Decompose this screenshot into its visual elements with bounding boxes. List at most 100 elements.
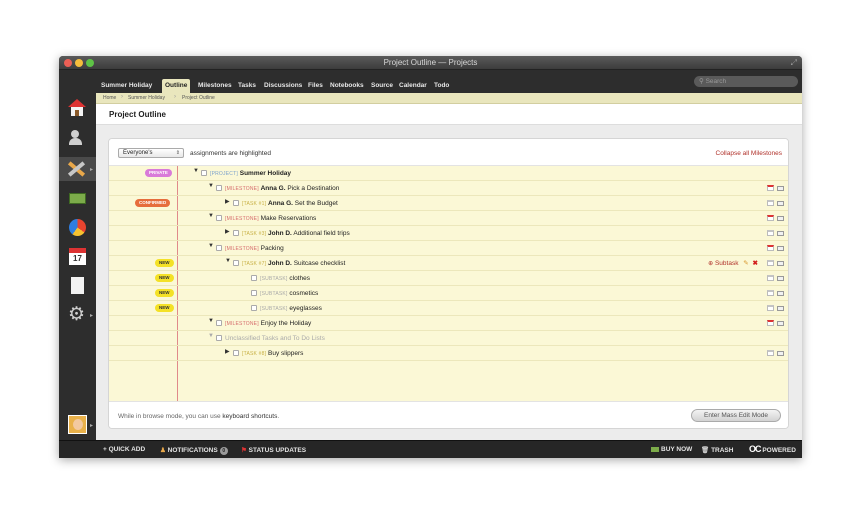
project-name-tab[interactable]: Summer Holiday bbox=[98, 79, 155, 93]
row-checkbox[interactable] bbox=[251, 305, 257, 311]
tab-files[interactable]: Files bbox=[305, 79, 326, 93]
collapsed-triangle-icon[interactable]: ▶ bbox=[225, 198, 230, 205]
task-title[interactable]: Set the Budget bbox=[295, 200, 338, 207]
breadcrumb-home[interactable]: Home bbox=[103, 95, 116, 101]
task-title[interactable]: Additional field trips bbox=[293, 230, 349, 237]
assignee-filter-select[interactable]: Everyone's ⇕ bbox=[118, 148, 184, 158]
subtask-title[interactable]: cosmetics bbox=[289, 290, 318, 297]
outline-row-milestone[interactable]: ▼ [MILESTONE] Packing bbox=[109, 241, 788, 256]
keyboard-shortcuts-link[interactable]: keyboard shortcuts bbox=[222, 413, 277, 420]
expanded-triangle-icon[interactable]: ▼ bbox=[193, 168, 199, 174]
outline-row-subtask[interactable]: NEW [SUBTASK] eyeglasses bbox=[109, 301, 788, 316]
milestone-title[interactable]: Packing bbox=[261, 245, 284, 252]
powered-link[interactable]: OC POWERED bbox=[749, 444, 796, 454]
outline-row-task[interactable]: CONFIRMED ▶ [TASK #1] Anna G. Set the Bu… bbox=[109, 196, 788, 211]
row-checkbox[interactable] bbox=[251, 275, 257, 281]
pie-chart-icon[interactable] bbox=[68, 218, 87, 237]
task-title[interactable]: Suitcase checklist bbox=[294, 260, 346, 267]
quick-add-button[interactable]: + QUICK ADD bbox=[103, 446, 145, 453]
expanded-triangle-icon[interactable]: ▼ bbox=[208, 213, 214, 219]
mail-icon[interactable] bbox=[777, 305, 784, 311]
row-checkbox[interactable] bbox=[233, 230, 239, 236]
tab-notebooks[interactable]: Notebooks bbox=[327, 79, 367, 93]
mail-icon[interactable] bbox=[777, 350, 784, 356]
mail-icon[interactable] bbox=[777, 245, 784, 251]
tab-outline[interactable]: Outline bbox=[162, 79, 191, 93]
calendar-icon[interactable] bbox=[767, 200, 774, 207]
outline-row-milestone[interactable]: ▼ [MILESTONE] Enjoy the Holiday bbox=[109, 316, 788, 331]
tab-todo[interactable]: Todo bbox=[431, 79, 452, 93]
home-icon[interactable] bbox=[68, 99, 87, 118]
subtask-title[interactable]: eyeglasses bbox=[289, 305, 322, 312]
expanded-triangle-icon[interactable]: ▼ bbox=[208, 183, 214, 189]
delete-icon[interactable]: ✖ bbox=[753, 260, 758, 267]
add-subtask-link[interactable]: Subtask bbox=[715, 260, 739, 267]
outline-row-unclassified[interactable]: ▼ Unclassified Tasks and To Do Lists bbox=[109, 331, 788, 346]
row-checkbox[interactable] bbox=[216, 215, 222, 221]
expanded-triangle-icon[interactable]: ▼ bbox=[208, 243, 214, 249]
calendar-icon[interactable] bbox=[767, 230, 774, 237]
expanded-triangle-icon[interactable]: ▼ bbox=[208, 333, 214, 339]
row-checkbox[interactable] bbox=[233, 350, 239, 356]
outline-row-task[interactable]: ▶ [TASK #3] John D. Additional field tri… bbox=[109, 226, 788, 241]
mail-icon[interactable] bbox=[777, 215, 784, 221]
outline-row-milestone[interactable]: ▼ [MILESTONE] Make Reservations bbox=[109, 211, 788, 226]
calendar-icon[interactable] bbox=[767, 305, 774, 312]
mail-icon[interactable] bbox=[777, 230, 784, 236]
row-checkbox[interactable] bbox=[233, 260, 239, 266]
gear-icon[interactable]: ⚙ bbox=[68, 304, 87, 325]
outline-row-subtask[interactable]: NEW [SUBTASK] clothes bbox=[109, 271, 788, 286]
calendar-icon[interactable] bbox=[767, 290, 774, 297]
calendar-icon[interactable] bbox=[767, 215, 774, 222]
expanded-triangle-icon[interactable]: ▼ bbox=[225, 258, 231, 264]
mail-icon[interactable] bbox=[777, 185, 784, 191]
enter-mass-edit-mode-button[interactable]: Enter Mass Edit Mode bbox=[691, 409, 781, 422]
row-checkbox[interactable] bbox=[233, 200, 239, 206]
collapsed-triangle-icon[interactable]: ▶ bbox=[225, 348, 230, 355]
outline-row-milestone[interactable]: ▼ [MILESTONE] Anna G. Pick a Destination bbox=[109, 181, 788, 196]
milestone-title[interactable]: Enjoy the Holiday bbox=[261, 320, 312, 327]
buy-now-button[interactable]: BUY NOW bbox=[651, 446, 692, 453]
trash-button[interactable]: 🗑 TRASH bbox=[701, 446, 733, 454]
mail-icon[interactable] bbox=[777, 290, 784, 296]
project-title[interactable]: Summer Holiday bbox=[240, 170, 291, 177]
add-subtask-icon[interactable]: ⊕ bbox=[708, 261, 713, 267]
collapsed-triangle-icon[interactable]: ▶ bbox=[225, 228, 230, 235]
milestone-title[interactable]: Pick a Destination bbox=[287, 185, 339, 192]
status-updates-button[interactable]: ⚑ STATUS UPDATES bbox=[241, 446, 306, 454]
notifications-button[interactable]: ♟ NOTIFICATIONS 0 bbox=[160, 446, 228, 455]
outline-row-project[interactable]: PRIVATE ▼ [PROJECT] Summer Holiday bbox=[109, 166, 788, 181]
row-checkbox[interactable] bbox=[216, 185, 222, 191]
expanded-triangle-icon[interactable]: ▼ bbox=[208, 318, 214, 324]
tab-calendar[interactable]: Calendar bbox=[396, 79, 430, 93]
tab-tasks[interactable]: Tasks bbox=[235, 79, 259, 93]
mail-icon[interactable] bbox=[777, 275, 784, 281]
row-checkbox[interactable] bbox=[201, 170, 207, 176]
row-checkbox[interactable] bbox=[251, 290, 257, 296]
outline-row-task[interactable]: ▶ [TASK #8] Buy slippers bbox=[109, 346, 788, 361]
calendar-icon[interactable] bbox=[767, 260, 774, 267]
milestone-title[interactable]: Make Reservations bbox=[261, 215, 317, 222]
mail-icon[interactable] bbox=[777, 260, 784, 266]
calendar-icon[interactable] bbox=[767, 320, 774, 327]
calendar-icon[interactable] bbox=[767, 275, 774, 282]
row-checkbox[interactable] bbox=[216, 335, 222, 341]
outline-row-task[interactable]: NEW ▼ [TASK #7] John D. Suitcase checkli… bbox=[109, 256, 788, 271]
calendar-icon[interactable] bbox=[767, 245, 774, 252]
unclassified-title[interactable]: Unclassified Tasks and To Do Lists bbox=[225, 335, 325, 342]
mail-icon[interactable] bbox=[777, 200, 784, 206]
tab-discussions[interactable]: Discussions bbox=[261, 79, 305, 93]
calendar-icon[interactable] bbox=[767, 350, 774, 357]
people-icon[interactable] bbox=[68, 128, 87, 147]
fullscreen-icon[interactable]: ⤢ bbox=[791, 58, 797, 68]
collapse-all-milestones-link[interactable]: Collapse all Milestones bbox=[716, 150, 782, 157]
mail-icon[interactable] bbox=[777, 320, 784, 326]
row-checkbox[interactable] bbox=[216, 245, 222, 251]
task-title[interactable]: Buy slippers bbox=[268, 350, 303, 357]
calendar-icon[interactable] bbox=[767, 185, 774, 192]
outline-row-subtask[interactable]: NEW [SUBTASK] cosmetics bbox=[109, 286, 788, 301]
pencil-icon[interactable]: ✎ bbox=[743, 260, 748, 267]
avatar[interactable] bbox=[68, 415, 87, 434]
breadcrumb-project[interactable]: Summer Holiday bbox=[128, 95, 165, 101]
row-checkbox[interactable] bbox=[216, 320, 222, 326]
